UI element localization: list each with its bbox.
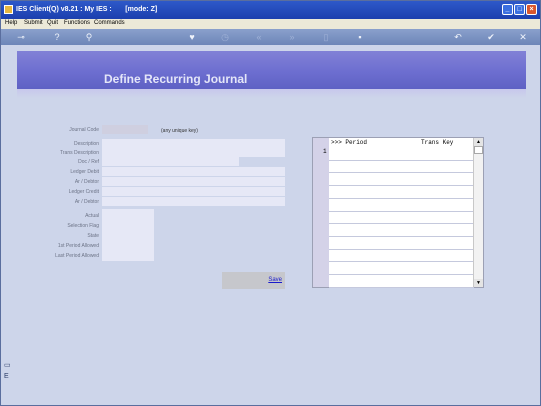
label-first-period: 1st Period Allowed [57, 243, 99, 249]
table-row[interactable] [329, 198, 474, 199]
grid-scrollbar[interactable]: ▲ ▼ [473, 138, 483, 287]
label-ar-debtor-2: Ar / Debtor [74, 199, 99, 205]
key-icon[interactable]: ⊸ [9, 31, 33, 43]
ar-debtor-field-1[interactable] [102, 177, 285, 186]
journal-code-hint: (any unique key) [161, 128, 198, 134]
table-row[interactable] [329, 274, 474, 275]
table-row[interactable] [329, 249, 474, 250]
menu-bar: Help Submit Quit Functions Commands [1, 19, 540, 29]
grid-row-marker-column: 1 [313, 138, 329, 287]
table-row[interactable] [329, 185, 474, 186]
bookmark-icon[interactable]: ▯ [318, 31, 334, 43]
scroll-down-icon[interactable]: ▼ [474, 279, 483, 287]
label-journal-code: Journal Code [69, 127, 99, 133]
ledger-debit-field[interactable] [102, 167, 285, 176]
table-row[interactable] [329, 211, 474, 212]
ledger-credit-field[interactable] [102, 187, 285, 196]
sidebar-e-icon[interactable]: E [4, 373, 12, 380]
menu-functions[interactable]: Functions [64, 20, 90, 26]
scroll-up-icon[interactable]: ▲ [474, 138, 483, 146]
menu-commands[interactable]: Commands [94, 20, 125, 26]
label-actual: Actual [85, 213, 99, 219]
table-row[interactable] [329, 236, 474, 237]
label-state: State [87, 233, 99, 239]
clock-icon[interactable]: ◷ [217, 31, 233, 43]
page-banner: Define Recurring Journal [17, 51, 526, 89]
row-marker: 1 [323, 148, 327, 155]
actual-field[interactable] [102, 209, 154, 261]
label-doc-ref: Doc / Ref [78, 159, 99, 165]
title-bar[interactable]: IES Client(Q) v8.21 : My IES : [mode: Z]… [1, 1, 540, 19]
table-row[interactable] [329, 223, 474, 224]
period-grid: 1 >>> Period Trans Key ▲ ▼ [312, 137, 484, 288]
label-description: Description [73, 141, 99, 147]
grid-header: >>> Period Trans Key [329, 138, 474, 146]
search-icon[interactable]: ⚲ [81, 31, 97, 43]
sidebar-app-icon[interactable]: ▭ [4, 361, 12, 369]
app-icon [4, 5, 13, 14]
close-icon[interactable]: × [526, 4, 537, 15]
main-content: Define Recurring Journal Journal Code (a… [1, 45, 540, 405]
menu-submit[interactable]: Submit [24, 20, 43, 26]
rewind-icon[interactable]: « [251, 31, 267, 43]
app-window: IES Client(Q) v8.21 : My IES : [mode: Z]… [0, 0, 541, 406]
description-field[interactable] [102, 139, 285, 148]
ar-debtor-field-2[interactable] [102, 197, 285, 206]
table-row[interactable] [329, 172, 474, 173]
menu-help[interactable]: Help [5, 20, 17, 26]
table-row[interactable] [329, 160, 474, 161]
maximize-icon[interactable]: □ [514, 4, 525, 15]
side-icons: ▭ E [4, 361, 12, 380]
trans-description-field[interactable] [102, 148, 285, 157]
fast-forward-icon[interactable]: » [284, 31, 300, 43]
column-period[interactable]: >>> Period [331, 139, 367, 146]
close-icon[interactable]: ✕ [515, 31, 531, 43]
back-icon[interactable]: ↶ [450, 31, 466, 43]
doc-ref-field[interactable] [102, 157, 239, 166]
page-title: Define Recurring Journal [104, 72, 248, 86]
label-ledger-credit: Ledger Credit [68, 189, 99, 195]
label-selection-flag: Selection Flag [67, 223, 99, 229]
minimize-icon[interactable]: _ [502, 4, 513, 15]
save-button[interactable]: Save [222, 272, 285, 289]
table-row[interactable] [329, 287, 474, 288]
label-trans-description: Trans Description [60, 150, 99, 156]
window-title: IES Client(Q) v8.21 : My IES : [mode: Z] [16, 6, 158, 13]
label-ledger-debit: Ledger Debit [70, 169, 99, 175]
banner-fade [17, 89, 526, 98]
scroll-thumb[interactable] [474, 146, 483, 154]
table-row[interactable] [329, 261, 474, 262]
label-ar-debtor-1: Ar / Debtor [74, 179, 99, 185]
label-last-period: Last Period Allowed [55, 253, 99, 259]
checkmark-icon[interactable]: ✔ [483, 31, 499, 43]
help-icon[interactable]: ? [49, 31, 65, 43]
heart-icon[interactable]: ♥ [184, 31, 200, 43]
menu-quit[interactable]: Quit [47, 20, 58, 26]
save-button-label: Save [268, 277, 282, 283]
journal-code-field[interactable] [102, 125, 148, 134]
document-icon[interactable]: ▪ [352, 31, 368, 43]
toolbar: ⊸ ? ⚲ ♥ ◷ « » ▯ ▪ ↶ ✔ ✕ [1, 29, 540, 45]
column-trans-key[interactable]: Trans Key [421, 139, 453, 146]
